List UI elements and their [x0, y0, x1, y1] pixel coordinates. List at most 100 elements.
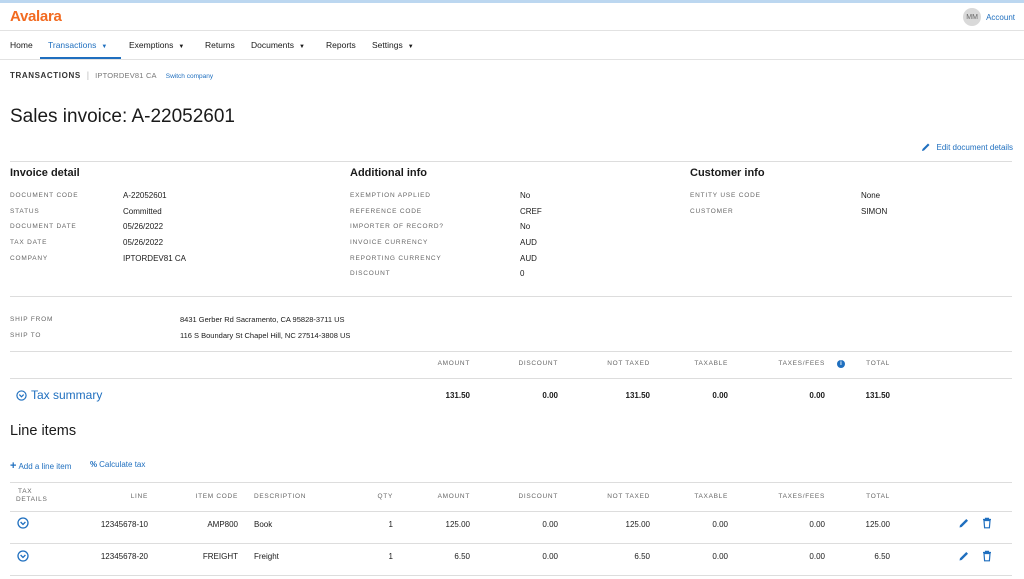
col-qty: QTY — [377, 493, 393, 500]
customer-info-heading: Customer info — [690, 167, 765, 179]
summary-not-taxed: 131.50 — [625, 391, 650, 400]
calculate-tax-button[interactable]: % Calculate tax — [90, 460, 145, 469]
breadcrumb-section[interactable]: TRANSACTIONS — [10, 71, 81, 80]
account-menu[interactable]: MM Account — [963, 8, 1015, 26]
company-label: COMPANY — [10, 255, 48, 262]
row2-qty: 1 — [388, 552, 393, 561]
breadcrumb-company: IPTORDEV81 CA — [95, 71, 157, 80]
summary-col-discount: DISCOUNT — [518, 360, 558, 367]
reporting-currency-label: REPORTING CURRENCY — [350, 255, 442, 262]
edit-document-details-link[interactable]: Edit document details — [921, 142, 1014, 152]
invoice-currency-label: INVOICE CURRENCY — [350, 239, 429, 246]
col-discount: DISCOUNT — [518, 493, 558, 500]
nav-transactions[interactable]: Transactions ▼ — [48, 40, 107, 50]
col-taxes-fees: TAXES/FEES — [778, 493, 825, 500]
account-link[interactable]: Account — [986, 13, 1015, 22]
nav-returns-label: Returns — [205, 40, 235, 50]
col-line: LINE — [130, 493, 148, 500]
avalara-logo[interactable]: Avalara — [10, 8, 62, 25]
row1-qty: 1 — [388, 520, 393, 529]
summary-col-taxable: TAXABLE — [694, 360, 728, 367]
summary-taxable: 0.00 — [712, 391, 728, 400]
exemption-applied-label: EXEMPTION APPLIED — [350, 192, 431, 199]
nav-returns[interactable]: Returns — [205, 40, 235, 50]
chevron-circle-down-icon — [16, 389, 27, 401]
col-not-taxed: NOT TAXED — [607, 493, 650, 500]
col-total: TOTAL — [866, 493, 890, 500]
nav-exemptions-label: Exemptions — [129, 40, 174, 50]
entity-use-code-label: ENTITY USE CODE — [690, 192, 761, 199]
row1-item-code: AMP800 — [207, 520, 238, 529]
importer-of-record-label: IMPORTER OF RECORD? — [350, 223, 444, 230]
summary-total: 131.50 — [865, 391, 890, 400]
tax-date-label: TAX DATE — [10, 239, 48, 246]
row1-total: 125.00 — [865, 520, 890, 529]
row1-description: Book — [254, 520, 273, 529]
reference-code-label: REFERENCE CODE — [350, 208, 422, 215]
col-description: DESCRIPTION — [254, 493, 307, 500]
avatar[interactable]: MM — [963, 8, 982, 26]
chevron-circle-down-icon[interactable] — [17, 517, 29, 529]
trash-icon[interactable] — [981, 550, 993, 562]
customer-label: CUSTOMER — [690, 208, 734, 215]
row2-taxes-fees: 0.00 — [809, 552, 825, 561]
tax-summary-toggle[interactable]: Tax summary — [16, 388, 102, 402]
chevron-circle-down-icon[interactable] — [17, 550, 29, 562]
edit-document-details-label: Edit document details — [936, 142, 1014, 152]
pencil-icon[interactable] — [958, 517, 970, 529]
ship-to-value: 116 S Boundary St Chapel Hill, NC 27514-… — [180, 331, 351, 340]
row2-description: Freight — [254, 552, 279, 561]
document-date-value: 05/26/2022 — [123, 222, 164, 231]
col-tax-details-line2: DETAILS — [16, 496, 48, 503]
divider — [10, 378, 1012, 379]
summary-amount: 131.50 — [445, 391, 470, 400]
divider — [10, 575, 1012, 576]
summary-col-total: TOTAL — [866, 360, 890, 367]
summary-col-taxes-fees: TAXES/FEES — [778, 360, 825, 367]
line-items-heading: Line items — [10, 423, 77, 439]
row1-taxable: 0.00 — [712, 520, 728, 529]
switch-company-link[interactable]: Switch company — [166, 73, 213, 80]
row2-not-taxed: 6.50 — [634, 552, 650, 561]
active-tab-indicator — [40, 57, 121, 59]
discount-value: 0 — [520, 269, 525, 278]
status-value: Committed — [123, 207, 162, 216]
calculate-tax-label: Calculate tax — [99, 460, 146, 469]
nav-settings[interactable]: Settings ▼ — [372, 40, 414, 50]
document-code-value: A-22052601 — [123, 191, 167, 200]
row2-amount: 6.50 — [454, 552, 470, 561]
info-icon[interactable]: i — [837, 360, 845, 368]
breadcrumb: TRANSACTIONS | IPTORDEV81 CA Switch company — [10, 70, 213, 80]
nav-reports[interactable]: Reports — [326, 40, 356, 50]
ship-to-label: SHIP TO — [10, 332, 42, 339]
discount-label: DISCOUNT — [350, 270, 391, 277]
breadcrumb-separator: | — [86, 70, 90, 80]
nav-exemptions[interactable]: Exemptions ▼ — [129, 40, 184, 50]
page-title: Sales invoice: A-22052601 — [10, 106, 235, 127]
pencil-icon — [921, 143, 929, 151]
reporting-currency-value: AUD — [520, 254, 537, 263]
nav-home[interactable]: Home — [10, 40, 33, 50]
divider — [10, 351, 1012, 352]
row2-discount: 0.00 — [542, 552, 558, 561]
nav-documents[interactable]: Documents ▼ — [251, 40, 305, 50]
pencil-icon[interactable] — [958, 550, 970, 562]
top-bar: Avalara MM Account — [0, 3, 1024, 31]
nav-documents-label: Documents — [251, 40, 294, 50]
importer-of-record-value: No — [520, 222, 531, 231]
summary-col-amount: AMOUNT — [437, 360, 470, 367]
ship-from-label: SHIP FROM — [10, 316, 54, 323]
trash-icon[interactable] — [981, 517, 993, 529]
col-tax-details-line1: TAX — [18, 488, 33, 495]
chevron-down-icon: ▼ — [178, 44, 185, 50]
add-line-item-button[interactable]: + Add a line item — [10, 460, 71, 472]
ship-from-value: 8431 Gerber Rd Sacramento, CA 95828-3711… — [180, 315, 345, 324]
nav-transactions-label: Transactions — [48, 40, 97, 50]
nav-home-label: Home — [10, 40, 33, 50]
divider — [10, 296, 1012, 297]
summary-col-not-taxed: NOT TAXED — [607, 360, 650, 367]
row1-taxes-fees: 0.00 — [809, 520, 825, 529]
document-code-label: DOCUMENT CODE — [10, 192, 79, 199]
invoice-detail-heading: Invoice detail — [10, 167, 80, 179]
nav-reports-label: Reports — [326, 40, 356, 50]
